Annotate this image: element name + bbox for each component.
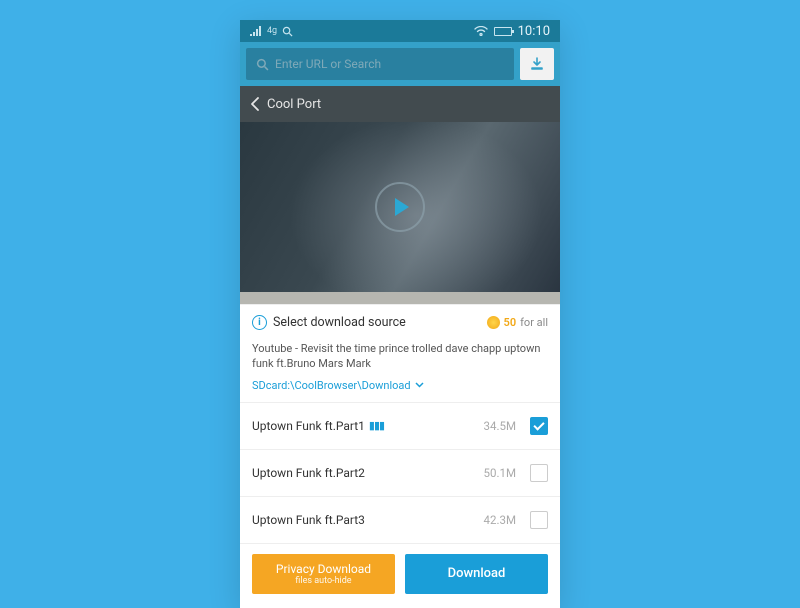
- search-icon: [256, 58, 269, 71]
- privacy-download-button[interactable]: Privacy Download files auto-hide: [252, 554, 395, 594]
- page-nav[interactable]: Cool Port: [240, 86, 560, 122]
- downloads-button[interactable]: [520, 48, 554, 80]
- download-list: Uptown Funk ft.Part1▮▮▮34.5MUptown Funk …: [240, 402, 560, 543]
- url-bar: [240, 42, 560, 86]
- list-item[interactable]: Uptown Funk ft.Part3 42.3M: [240, 496, 560, 543]
- save-path-text: SDcard:\CoolBrowser\Download: [252, 379, 411, 392]
- download-button[interactable]: Download: [405, 554, 548, 594]
- item-checkbox[interactable]: [530, 464, 548, 482]
- list-item[interactable]: Uptown Funk ft.Part1 ▮▮▮ 34.5M: [240, 402, 560, 449]
- clock-time: 10:10: [518, 24, 550, 39]
- coin-suffix: for all: [520, 316, 548, 329]
- item-name: Uptown Funk ft.Part3: [252, 513, 365, 527]
- save-path-selector[interactable]: SDcard:\CoolBrowser\Download: [252, 379, 548, 392]
- phone-frame: 4g 10:10 Cool Port i: [240, 20, 560, 608]
- download-icon: [529, 56, 545, 72]
- video-title: Youtube - Revisit the time prince trolle…: [252, 342, 548, 372]
- item-checkbox[interactable]: [530, 417, 548, 435]
- action-bar: Privacy Download files auto-hide Downloa…: [240, 543, 560, 608]
- coin-icon: [487, 316, 500, 329]
- battery-icon: [494, 27, 512, 36]
- url-input-wrap[interactable]: [246, 48, 514, 80]
- coin-count: 50: [504, 316, 517, 329]
- status-bar: 4g 10:10: [240, 20, 560, 42]
- back-icon: [250, 97, 259, 111]
- equalizer-icon: ▮▮▮: [369, 419, 384, 432]
- coins-badge: 50 for all: [487, 316, 548, 329]
- download-button-label: Download: [448, 566, 506, 581]
- panel-header: i Select download source 50 for all: [240, 304, 560, 338]
- search-icon: [282, 26, 293, 37]
- item-name: Uptown Funk ft.Part2: [252, 466, 365, 480]
- item-checkbox[interactable]: [530, 511, 548, 529]
- network-type: 4g: [267, 26, 277, 36]
- search-input[interactable]: [275, 57, 504, 71]
- play-icon: [395, 198, 409, 216]
- video-meta: Youtube - Revisit the time prince trolle…: [240, 338, 560, 402]
- panel-title: Select download source: [273, 315, 406, 330]
- divider-bar: [240, 292, 560, 304]
- item-size: 50.1M: [484, 466, 516, 480]
- privacy-button-label: Privacy Download: [276, 562, 371, 576]
- play-button[interactable]: [375, 182, 425, 232]
- page-title: Cool Port: [267, 97, 321, 112]
- wifi-icon: [474, 26, 488, 36]
- chevron-down-icon: [415, 382, 424, 388]
- list-item[interactable]: Uptown Funk ft.Part2 50.1M: [240, 449, 560, 496]
- item-name: Uptown Funk ft.Part1: [252, 419, 365, 433]
- signal-icon: [250, 26, 262, 36]
- item-size: 34.5M: [484, 419, 516, 433]
- video-thumbnail[interactable]: [240, 122, 560, 292]
- item-size: 42.3M: [484, 513, 516, 527]
- privacy-button-sublabel: files auto-hide: [295, 576, 351, 586]
- info-icon: i: [252, 315, 267, 330]
